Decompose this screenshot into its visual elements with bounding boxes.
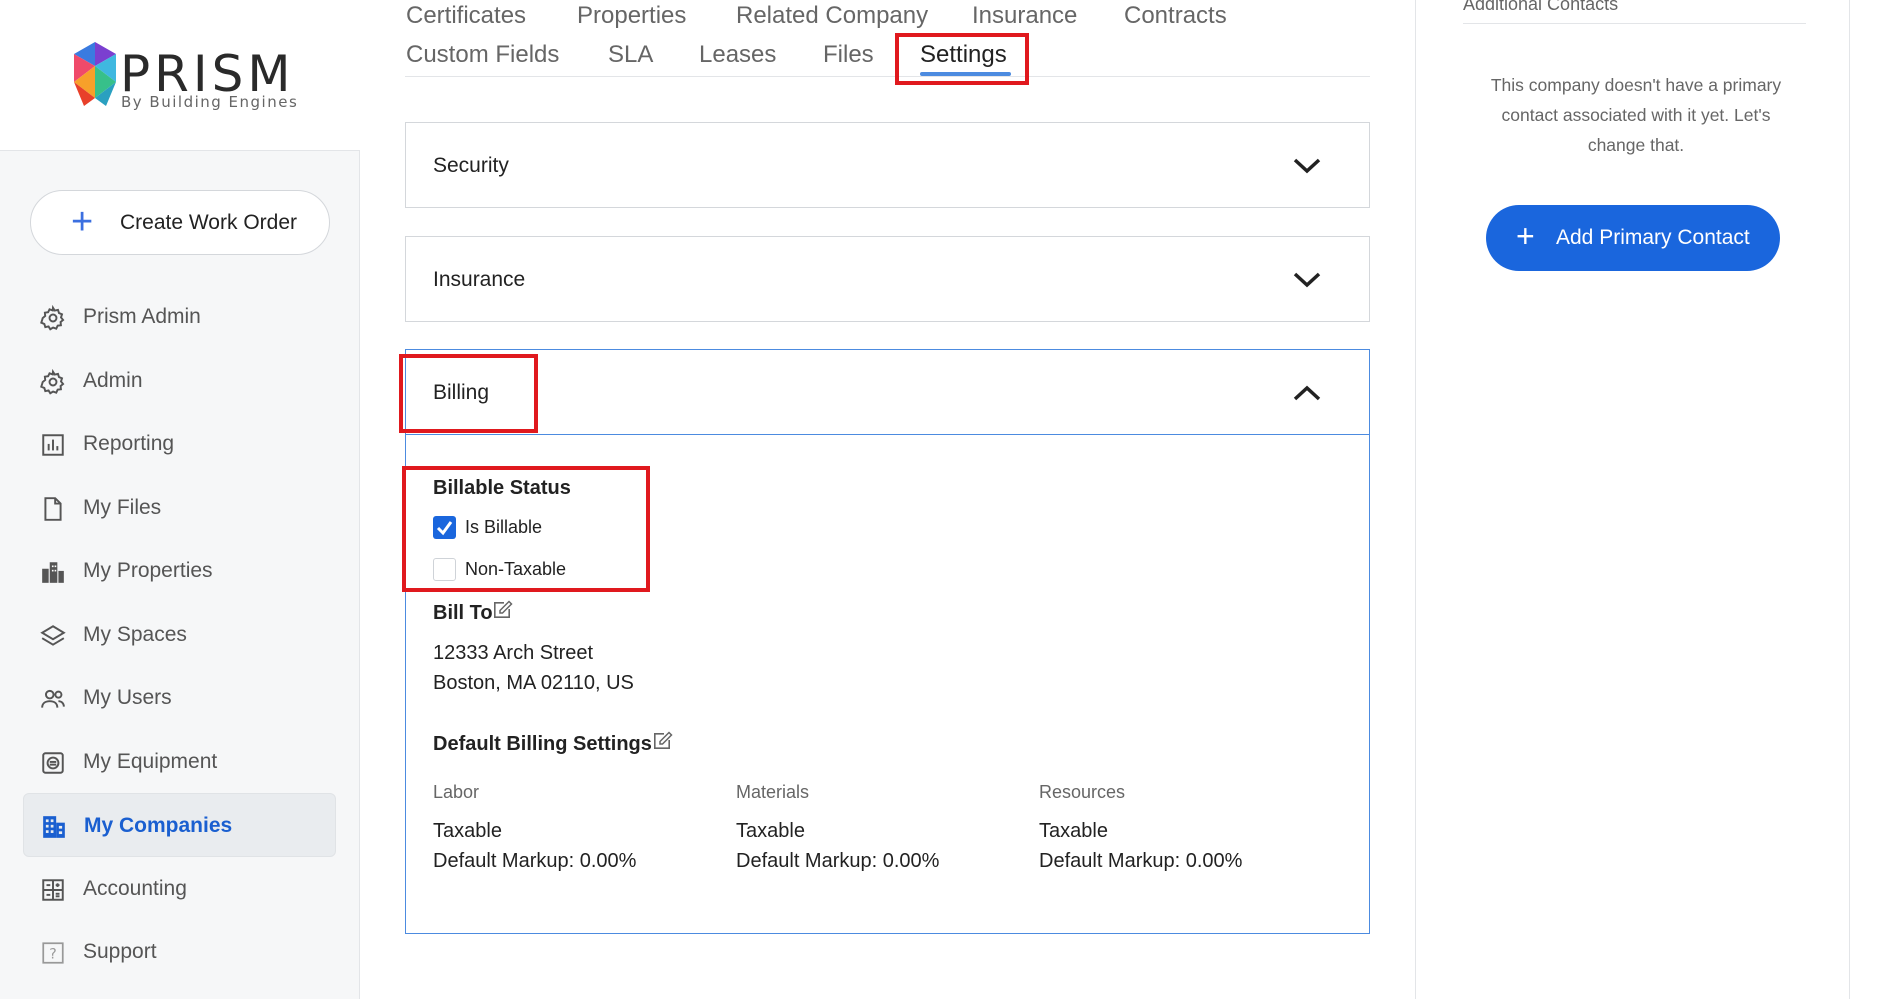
sidebar-item-my-spaces[interactable]: My Spaces — [23, 603, 336, 667]
default-billing-settings-label: Default Billing Settings — [433, 733, 652, 755]
resources-header: Resources — [1039, 782, 1126, 802]
labor-markup: Default Markup: 0.00% — [433, 850, 637, 872]
insurance-accordion[interactable]: Insurance — [405, 236, 1370, 322]
is-billable-label: Is Billable — [465, 517, 543, 537]
sidebar: PRISM By Building Engines + Create Work … — [0, 0, 360, 999]
edit-icon[interactable] — [651, 729, 673, 751]
sidebar-item-support[interactable]: ? Support — [23, 920, 336, 984]
resources-tax: Taxable — [1039, 820, 1108, 842]
sidebar-item-label: My Files — [83, 495, 162, 519]
prism-logo-icon — [74, 42, 116, 106]
materials-tax: Taxable — [736, 820, 805, 842]
no-primary-contact-message: This company doesn't have a primary cont… — [1490, 75, 1782, 155]
tab-settings[interactable]: Settings — [920, 41, 1007, 69]
sidebar-item-label: Admin — [83, 368, 143, 392]
sidebar-item-label: My Equipment — [83, 749, 218, 773]
tab-leases[interactable]: Leases — [699, 41, 776, 69]
layers-icon — [40, 624, 66, 646]
add-primary-contact-button[interactable]: + Add Primary Contact — [1486, 205, 1780, 271]
add-primary-contact-label: Add Primary Contact — [1556, 226, 1750, 249]
address-line-2: Boston, MA 02110, US — [433, 672, 634, 694]
resources-markup: Default Markup: 0.00% — [1039, 850, 1243, 872]
security-accordion-title: Security — [433, 154, 509, 177]
sidebar-item-my-properties[interactable]: My Properties — [23, 539, 336, 603]
materials-markup: Default Markup: 0.00% — [736, 850, 940, 872]
sidebar-item-my-companies[interactable]: My Companies — [23, 793, 336, 857]
companies-icon — [43, 816, 65, 838]
logo-area: PRISM By Building Engines — [0, 0, 360, 151]
users-icon — [41, 689, 65, 708]
plus-icon: + — [71, 201, 94, 243]
labor-tax: Taxable — [433, 820, 502, 842]
sidebar-item-label: Support — [83, 940, 157, 963]
sidebar-item-label: My Companies — [84, 814, 233, 837]
non-taxable-label: Non-Taxable — [465, 559, 567, 579]
tab-certificates[interactable]: Certificates — [406, 2, 526, 30]
svg-text:?: ? — [49, 946, 56, 962]
billable-status-label: Billable Status — [433, 477, 571, 499]
materials-header: Materials — [736, 782, 810, 802]
file-icon — [44, 496, 62, 521]
bar-chart-icon — [42, 434, 64, 456]
sidebar-item-reporting[interactable]: Reporting — [23, 412, 336, 476]
tab-properties[interactable]: Properties — [577, 2, 686, 30]
sidebar-item-label: My Properties — [83, 559, 213, 582]
sidebar-item-label: My Users — [83, 686, 172, 709]
gear-icon — [40, 305, 65, 331]
sidebar-item-my-users[interactable]: My Users — [23, 666, 336, 730]
calculator-icon — [42, 878, 64, 901]
sidebar-item-my-files[interactable]: My Files — [23, 476, 336, 540]
security-accordion[interactable]: Security — [405, 122, 1370, 208]
labor-header: Labor — [433, 782, 480, 802]
tab-insurance[interactable]: Insurance — [972, 2, 1077, 30]
tab-files[interactable]: Files — [823, 41, 874, 69]
billing-accordion-title[interactable]: Billing — [433, 381, 489, 405]
sidebar-nav: Prism Admin Admin Reporting My Files My … — [23, 285, 336, 984]
edit-icon[interactable] — [491, 598, 513, 620]
plus-icon: + — [1516, 218, 1535, 254]
is-billable-checkbox[interactable] — [433, 516, 456, 539]
chevron-up-icon[interactable] — [1293, 384, 1321, 402]
insurance-accordion-title: Insurance — [433, 268, 526, 291]
sidebar-item-my-equipment[interactable]: My Equipment — [23, 730, 336, 794]
address-line-1: 12333 Arch Street — [433, 642, 594, 664]
non-taxable-checkbox[interactable] — [433, 558, 456, 581]
equipment-icon — [42, 751, 64, 774]
gear-icon — [40, 368, 65, 395]
billing-header-divider — [406, 434, 1369, 435]
sidebar-item-admin[interactable]: Admin — [23, 349, 336, 413]
tabs-divider — [405, 76, 1370, 77]
building-icon — [42, 562, 64, 583]
check-icon — [436, 521, 453, 536]
additional-contacts-heading: Additional Contacts — [1463, 0, 1619, 14]
contacts-heading-divider — [1463, 23, 1806, 24]
contacts-panel: Additional Contacts This company doesn't… — [1415, 0, 1850, 999]
sidebar-item-accounting[interactable]: Accounting — [23, 857, 336, 921]
billing-accordion: Billing Billable Status Is Billable Non-… — [405, 349, 1370, 934]
tab-related-company[interactable]: Related Company — [736, 2, 928, 30]
help-icon: ? — [42, 942, 64, 964]
create-work-order-button[interactable]: + Create Work Order — [30, 190, 330, 255]
chevron-down-icon — [1293, 272, 1321, 288]
bill-to-label: Bill To — [433, 602, 493, 624]
tab-custom-fields[interactable]: Custom Fields — [406, 41, 559, 69]
chevron-down-icon — [1293, 158, 1321, 174]
create-work-order-label: Create Work Order — [120, 211, 297, 234]
logo-tagline: By Building Engines — [121, 93, 299, 111]
sidebar-item-label: My Spaces — [83, 622, 187, 646]
tab-contracts[interactable]: Contracts — [1124, 2, 1227, 30]
sidebar-item-label: Prism Admin — [83, 305, 201, 328]
tab-sla[interactable]: SLA — [608, 41, 653, 69]
sidebar-item-label: Reporting — [83, 432, 175, 455]
sidebar-item-prism-admin[interactable]: Prism Admin — [23, 285, 336, 349]
sidebar-item-label: Accounting — [83, 876, 187, 900]
